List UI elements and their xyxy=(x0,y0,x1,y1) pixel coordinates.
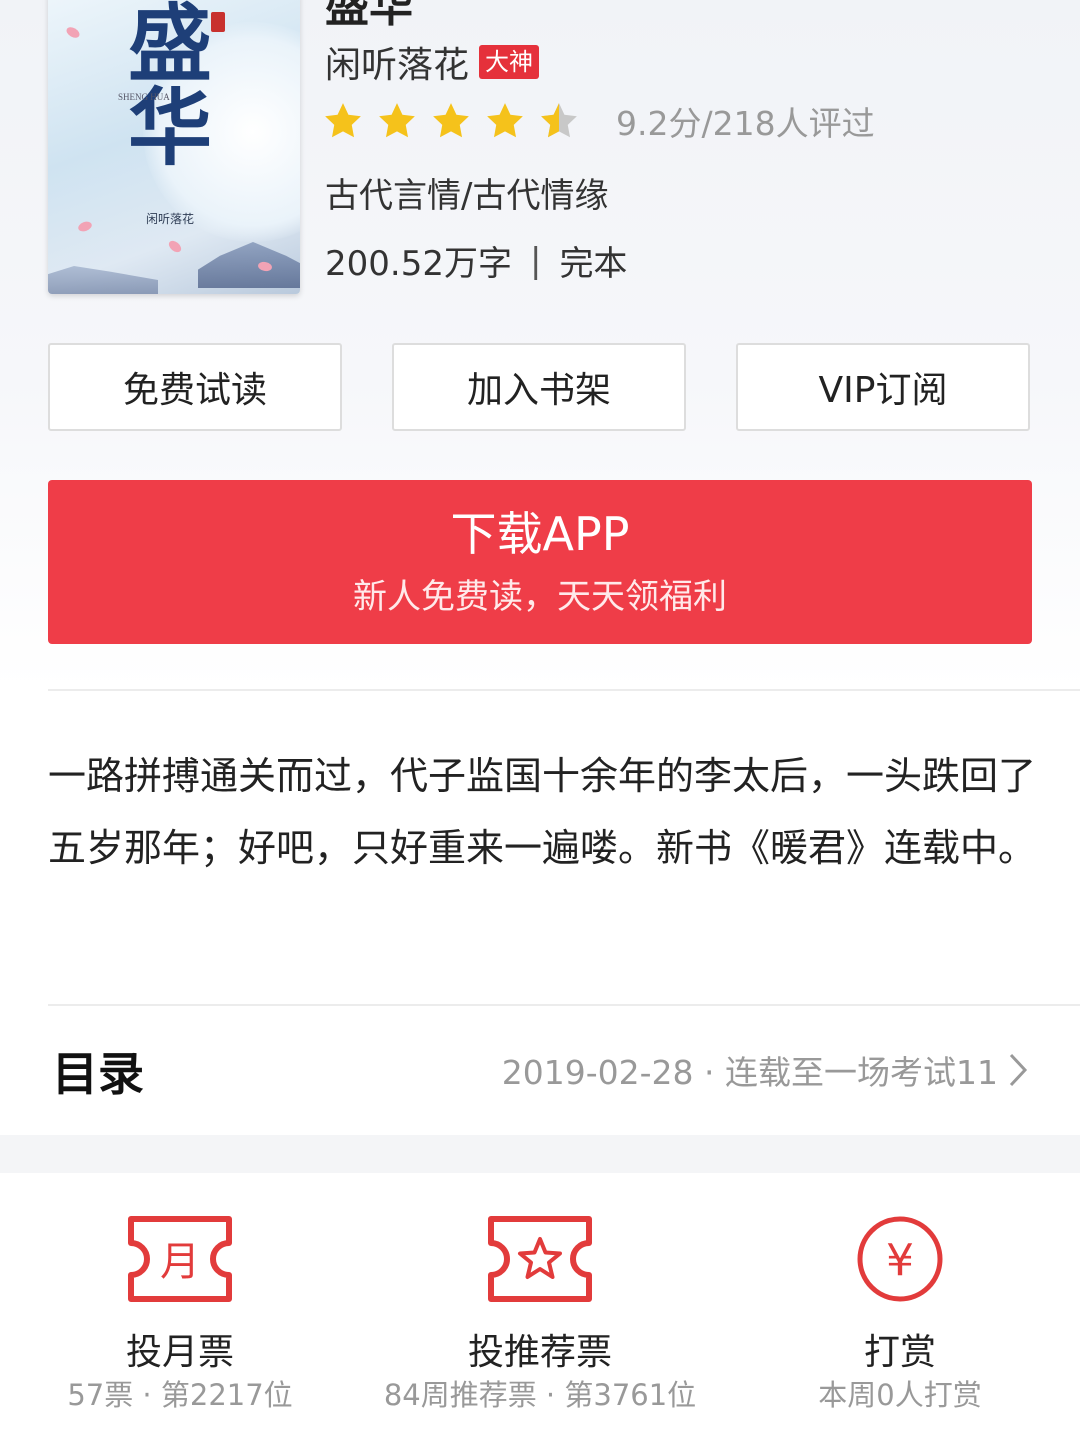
toc-link[interactable]: 2019-02-28 · 连载至一场考试11 xyxy=(502,1046,1028,1094)
reward-stats: 本周0人打赏 xyxy=(818,1378,982,1412)
chevron-right-icon xyxy=(1009,1053,1028,1087)
monthly-ticket-icon: 月 xyxy=(128,1216,232,1302)
author-row[interactable]: 闲听落花 大神 xyxy=(325,36,540,88)
monthly-ticket-glyph: 月 xyxy=(160,1239,200,1285)
star-icon xyxy=(325,103,361,138)
monthly-ticket-action[interactable]: 月 投月票 57票 · 第2217位 xyxy=(0,1215,360,1413)
star-icon xyxy=(433,103,469,138)
star-icon xyxy=(379,103,415,138)
toc-latest-chapter: 2019-02-28 · 连载至一场考试11 xyxy=(501,1053,998,1092)
monthly-ticket-stats: 57票 · 第2217位 xyxy=(67,1378,293,1412)
stats-separator: | xyxy=(529,240,542,281)
book-description[interactable]: 一路拼搏通关而过，代子监国十余年的李太后，一头跌回了五岁那年；好吧，只好重来一遍… xyxy=(48,740,1038,884)
vip-subscribe-button[interactable]: VIP订阅 xyxy=(736,343,1030,431)
recommend-ticket-icon xyxy=(488,1216,592,1302)
book-status: 完本 xyxy=(559,244,628,284)
book-title: 盛华 xyxy=(325,0,413,32)
cover-petal xyxy=(76,219,94,234)
cover-palace xyxy=(198,242,300,288)
word-count: 200.52万字 xyxy=(325,244,512,284)
book-genre: 古代言情/古代情缘 xyxy=(325,176,609,216)
divider xyxy=(48,1004,1080,1006)
section-gap xyxy=(0,1135,1080,1173)
download-app-subtitle: 新人免费读，天天领福利 xyxy=(353,577,727,617)
recommend-ticket-action[interactable]: 投推荐票 84周推荐票 · 第3761位 xyxy=(360,1215,720,1413)
monthly-ticket-label: 投月票 xyxy=(125,1332,234,1373)
reward-yen-icon: ¥ xyxy=(857,1216,943,1302)
star-icon xyxy=(487,103,523,138)
book-cover[interactable]: 盛华 SHENG HUA 闲听落花 xyxy=(48,0,300,294)
cover-roof xyxy=(48,266,158,294)
cover-petal xyxy=(166,238,184,255)
add-to-shelf-button[interactable]: 加入书架 xyxy=(392,343,686,431)
reward-yen-glyph: ¥ xyxy=(886,1235,914,1286)
divider xyxy=(48,689,1080,691)
free-read-button[interactable]: 免费试读 xyxy=(48,343,342,431)
cover-romanized-title: SHENG HUA xyxy=(118,92,170,102)
cover-author: 闲听落花 xyxy=(146,212,195,226)
recommend-ticket-stats: 84周推荐票 · 第3761位 xyxy=(383,1378,697,1412)
recommend-ticket-label: 投推荐票 xyxy=(467,1332,612,1373)
rating-row: 9.2分/218人评过 xyxy=(322,96,875,146)
download-app-button[interactable]: 下载APP 新人免费读，天天领福利 xyxy=(48,480,1032,644)
toc-title: 目录 xyxy=(52,1047,144,1101)
cover-petal xyxy=(64,25,82,40)
half-star-icon xyxy=(541,103,577,138)
book-stats: 200.52万字 | 完本 xyxy=(325,236,627,285)
cover-seal xyxy=(211,12,225,32)
download-app-title: 下载APP xyxy=(450,507,630,561)
rating-text: 9.2分/218人评过 xyxy=(616,104,875,143)
author-name[interactable]: 闲听落花 xyxy=(325,36,469,88)
reward-action[interactable]: ¥ 打赏 本周0人打赏 xyxy=(720,1215,1080,1413)
reward-label: 打赏 xyxy=(863,1332,936,1373)
author-badge: 大神 xyxy=(479,45,540,79)
